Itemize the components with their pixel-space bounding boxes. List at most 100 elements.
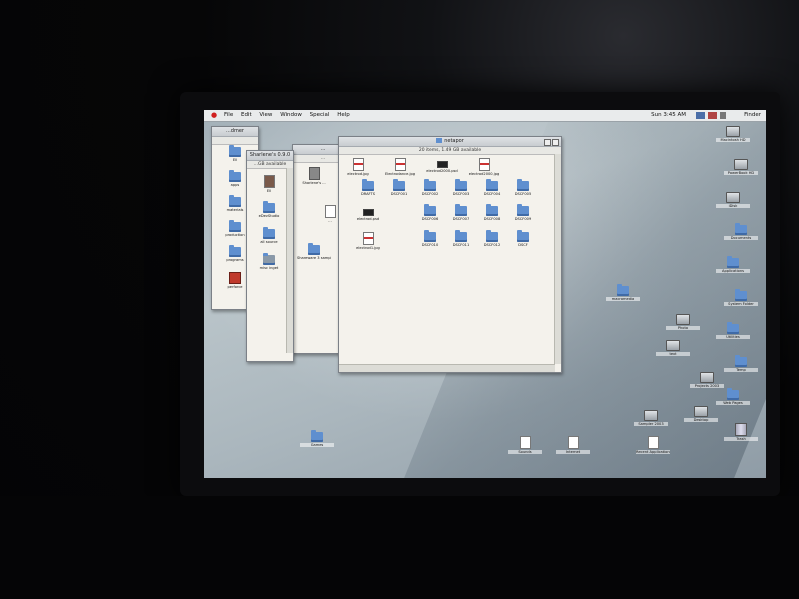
file-item[interactable]: Sampler 2003 [634, 410, 668, 426]
file-item[interactable]: iDisk [716, 192, 750, 208]
finder-window-back-2[interactable]: Sharlene's 0.9.0 ...GB available Ell eDe… [246, 150, 294, 362]
item-label: Projects 2003 [690, 384, 724, 388]
folder-item[interactable]: all source [252, 227, 286, 244]
app-item[interactable]: Ell [252, 175, 286, 193]
folder-item[interactable]: Documents [724, 223, 758, 240]
folder-item[interactable]: Games [300, 430, 334, 447]
file-item[interactable]: Internet [556, 436, 590, 454]
folder-icon [455, 230, 467, 242]
menu-help[interactable]: Help [337, 112, 350, 118]
zoom-button[interactable] [544, 139, 551, 146]
file-icon [308, 167, 320, 180]
desk-surface [0, 496, 799, 599]
folder-item[interactable]: Sharlene's ... [297, 167, 331, 185]
menu-window[interactable]: Window [280, 112, 302, 118]
file-item[interactable]: electrod.psd [351, 206, 385, 221]
folder-item[interactable]: macromedia [606, 284, 640, 301]
item-label: electrod.jpg [347, 172, 369, 176]
horizontal-scrollbar[interactable] [339, 364, 555, 372]
window-title[interactable]: Sharlene's 0.9.0 [247, 151, 293, 161]
mac-desktop-screen: ● File Edit View Window Special Help Sun… [204, 110, 766, 478]
file-item[interactable]: Electrodance.jpg [383, 158, 417, 176]
file-item[interactable]: electrod2000.psd [425, 158, 459, 173]
item-label: Sampler 2003 [634, 422, 668, 426]
collapse-button[interactable] [552, 139, 559, 146]
folder-icon [735, 355, 747, 367]
menu-edit[interactable]: Edit [241, 112, 252, 118]
document-icon [647, 436, 659, 449]
folder-item[interactable]: Temp [724, 355, 758, 372]
menu-view[interactable]: View [259, 112, 272, 118]
folder-item[interactable]: DSCF010 [413, 230, 447, 247]
folder-item[interactable]: DSCF001 [382, 179, 416, 196]
folder-item[interactable]: DSCF006 [413, 204, 447, 221]
folder-item[interactable]: misc inget [252, 253, 286, 270]
finder-window-netapor[interactable]: netapor 20 items, 1.49 GB available elec… [338, 136, 562, 373]
file-item[interactable]: Trash [724, 423, 758, 441]
folder-icon [735, 289, 747, 301]
window-title[interactable]: netapor [339, 137, 561, 147]
folder-item[interactable]: DSCF003 [444, 179, 478, 196]
folder-item[interactable]: Utilities [716, 322, 750, 339]
file-item[interactable]: text [656, 340, 690, 356]
menu-file[interactable]: File [224, 112, 233, 118]
folder-item[interactable]: Web Pages [716, 388, 750, 405]
item-label: DSCF008 [483, 217, 501, 221]
item-label: Sounds [508, 450, 542, 454]
file-item[interactable]: Desktop [684, 406, 718, 422]
folder-icon [517, 179, 529, 191]
folder-item[interactable]: DSCF007 [444, 204, 478, 221]
window-title[interactable]: ...dmer [212, 127, 258, 137]
folder-icon [263, 227, 275, 239]
file-item[interactable]: PowerBook HD [724, 159, 758, 175]
folder-item[interactable]: DSCF011 [444, 230, 478, 247]
folder-item[interactable]: DSCF012 [475, 230, 509, 247]
folder-item[interactable]: Applications [716, 256, 750, 273]
folder-item[interactable]: DSCF002 [413, 179, 447, 196]
vertical-scrollbar[interactable] [554, 154, 561, 364]
item-label: DSCF010 [421, 243, 439, 247]
folder-item[interactable]: DSCF005 [506, 179, 540, 196]
item-label: DSCF001 [390, 192, 408, 196]
item-label: Temp [724, 368, 758, 372]
folder-icon [229, 195, 241, 207]
item-label: System Folder [724, 302, 758, 306]
item-label: DSCF005 [514, 192, 532, 196]
folder-item[interactable]: eDevStudio [252, 201, 286, 218]
folder-item[interactable]: System Folder [724, 289, 758, 306]
folder-icon [263, 253, 275, 265]
file-item[interactable]: electrod2000.jpg [467, 158, 501, 176]
file-item[interactable]: Sounds [508, 436, 542, 454]
folder-item[interactable]: Shareware 3 samples [297, 243, 331, 260]
application-menu-finder[interactable]: Finder [744, 110, 761, 121]
folder-small-icon [436, 138, 443, 143]
trash-icon [735, 423, 747, 436]
item-label: DSCF002 [421, 192, 439, 196]
folder-item[interactable]: DRAFTS [351, 179, 385, 196]
vertical-scrollbar[interactable] [286, 168, 293, 353]
item-label: DRAFTS [360, 192, 376, 196]
item-label: PowerBook HD [724, 171, 758, 175]
file-item[interactable]: Projects 2003 [690, 372, 724, 388]
file-item[interactable]: electrod1.jpg [351, 232, 385, 250]
folder-item[interactable]: DSCF004 [475, 179, 509, 196]
folder-item[interactable]: DSCF009 [506, 204, 540, 221]
hard-disk-icon [694, 406, 708, 417]
apple-menu-icon[interactable]: ● [211, 111, 218, 119]
item-label: DSCF011 [452, 243, 470, 247]
folder-icon [424, 179, 436, 191]
folder-item[interactable]: DSCF008 [475, 204, 509, 221]
file-item[interactable]: Recent Applications [636, 436, 670, 454]
photoshop-file-icon [362, 209, 374, 216]
menubar-tray-icons[interactable] [696, 112, 726, 119]
folder-icon [455, 179, 467, 191]
file-item[interactable]: electrod.jpg [341, 158, 375, 176]
item-label: DSCF009 [514, 217, 532, 221]
folder-item[interactable]: DSCF [506, 230, 540, 247]
menu-special[interactable]: Special [310, 112, 330, 118]
item-label: DSCF012 [483, 243, 501, 247]
menubar-clock[interactable]: Sun 3:45 AM [651, 110, 686, 121]
file-item[interactable]: Macintosh HD [716, 126, 750, 142]
photoshop-file-icon [436, 161, 448, 168]
file-item[interactable]: Photo [666, 314, 700, 330]
